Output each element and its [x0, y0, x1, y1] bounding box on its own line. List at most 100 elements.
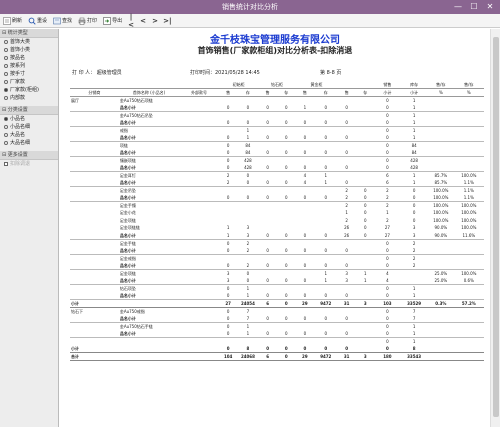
- option-group-1[interactable]: 小品名细: [0, 123, 58, 131]
- subheader-cell: 分销商: [70, 88, 119, 97]
- table-cell: 4: [303, 173, 307, 178]
- option-stat_type-3[interactable]: 按系列: [0, 62, 58, 70]
- table-cell: [314, 127, 337, 135]
- option-group-0[interactable]: 小品名: [0, 115, 58, 123]
- table-cell: [356, 322, 375, 330]
- option-stat_type-0[interactable]: 首饰大类: [0, 38, 58, 46]
- header-cell: 售/存: [428, 81, 454, 89]
- option-stat_type-5[interactable]: 厂家款: [0, 78, 58, 86]
- table-cell: 0: [374, 344, 401, 353]
- table-cell: 27: [374, 231, 401, 240]
- table-cell: 31: [337, 352, 356, 361]
- prev-page-icon[interactable]: <: [139, 17, 147, 25]
- table-cell: 84: [237, 149, 259, 157]
- table-row: 品名小计 0 0 0 0 1 0 0 0 1: [70, 104, 484, 112]
- table-cell: [70, 134, 119, 142]
- table-cell: 428: [237, 164, 259, 172]
- more-header[interactable]: ⊟ 更多设置: [0, 151, 58, 160]
- refresh-button[interactable]: 刷新: [2, 15, 23, 26]
- table-cell: 0: [295, 134, 315, 142]
- table-cell: [219, 254, 238, 262]
- subheader-cell: 小计: [374, 88, 401, 97]
- table-cell: [219, 337, 238, 345]
- table-row: 合计 104 24068 6 0 29 9472 31 3 180 33543: [70, 352, 484, 361]
- table-cell: 0: [295, 164, 315, 172]
- reset-button[interactable]: 重设: [27, 15, 48, 26]
- table-cell: [356, 307, 375, 315]
- table-cell: 6: [386, 173, 389, 178]
- table-cell: 3: [355, 299, 375, 308]
- option-stat_type-6[interactable]: 厂家款(柜组): [0, 86, 58, 94]
- table-cell: 品名小计: [118, 134, 180, 142]
- table-cell: [70, 246, 119, 255]
- table-cell: 0: [258, 261, 277, 270]
- table-cell: [453, 164, 484, 172]
- export-button[interactable]: 导出: [102, 15, 123, 26]
- table-cell: 0: [258, 104, 277, 112]
- option-stat_type-1[interactable]: 首饰小类: [0, 46, 58, 54]
- table-row: 足金耳钉 2 0 4 1 6 1 85.7% 100.0%: [70, 172, 484, 180]
- table-cell: 0: [364, 203, 367, 208]
- subheader-cell: 存: [355, 88, 375, 97]
- table-cell: 1: [246, 128, 250, 133]
- first-page-icon[interactable]: |<: [127, 13, 135, 29]
- table-cell: 0: [295, 261, 315, 270]
- table-cell: [219, 202, 238, 210]
- table-cell: [70, 314, 119, 323]
- table-cell: [258, 322, 277, 330]
- option-label: 厂家款(柜组): [10, 87, 39, 93]
- table-cell: [428, 322, 454, 330]
- table-cell: 104: [218, 352, 238, 361]
- table-cell: [179, 322, 219, 330]
- table-cell: 0: [295, 314, 315, 323]
- next-page-icon[interactable]: >: [151, 17, 159, 25]
- scroll-thumb[interactable]: [493, 37, 499, 417]
- table-cell: [277, 142, 296, 150]
- table-cell: 品名小计: [118, 314, 180, 323]
- table-cell: [70, 127, 119, 135]
- table-cell: 0: [364, 225, 367, 231]
- table-cell: [428, 157, 454, 165]
- option-group-3[interactable]: 大品名细: [0, 139, 58, 147]
- table-cell: [296, 269, 315, 277]
- table-cell: 2: [226, 173, 230, 178]
- option-group-2[interactable]: 大品名: [0, 131, 58, 139]
- header-cell: 黄金柜: [295, 81, 338, 89]
- table-cell: 0: [400, 194, 429, 202]
- last-page-icon[interactable]: >|: [163, 17, 171, 25]
- minimize-button[interactable]: —: [451, 0, 465, 14]
- table-cell: 24068: [237, 352, 259, 361]
- print-button[interactable]: 打印: [77, 15, 98, 26]
- table-cell: 0: [374, 329, 401, 338]
- option-label: 大品名: [10, 132, 26, 138]
- maximize-button[interactable]: ☐: [467, 0, 481, 14]
- table-cell: 0: [386, 285, 389, 291]
- deduct-return-checkbox[interactable]: 扣除调退: [0, 160, 58, 168]
- radio-icon: [4, 56, 8, 60]
- table-cell: 2: [337, 194, 356, 202]
- page-indicator: 第 8-8 页: [320, 70, 342, 76]
- group-header[interactable]: ⊟ 分类设置: [0, 106, 58, 115]
- vertical-scrollbar[interactable]: [490, 29, 500, 427]
- table-cell: 0: [237, 276, 259, 285]
- table-cell: [219, 187, 238, 195]
- table-cell: 0: [337, 164, 356, 172]
- table-cell: 0: [276, 261, 296, 270]
- find-button[interactable]: 查找: [52, 15, 73, 26]
- close-button[interactable]: ✕: [483, 0, 497, 14]
- subheader-cell: %: [453, 88, 484, 97]
- table-cell: 0: [276, 344, 296, 353]
- option-stat_type-2[interactable]: 按品名: [0, 54, 58, 62]
- table-cell: [179, 269, 219, 277]
- table-cell: 84: [400, 149, 429, 157]
- stat-type-header[interactable]: ⊟ 统计类型: [0, 29, 58, 38]
- table-cell: 0: [412, 188, 416, 193]
- option-stat_type-4[interactable]: 按手寸: [0, 70, 58, 78]
- table-cell: [296, 97, 315, 105]
- table-cell: [314, 284, 337, 292]
- option-stat_type-7[interactable]: 内部款: [0, 94, 58, 102]
- table-cell: 1.1%: [453, 179, 484, 187]
- table-cell: [337, 97, 356, 105]
- table-cell: 0: [237, 179, 259, 187]
- table-cell: [277, 337, 296, 345]
